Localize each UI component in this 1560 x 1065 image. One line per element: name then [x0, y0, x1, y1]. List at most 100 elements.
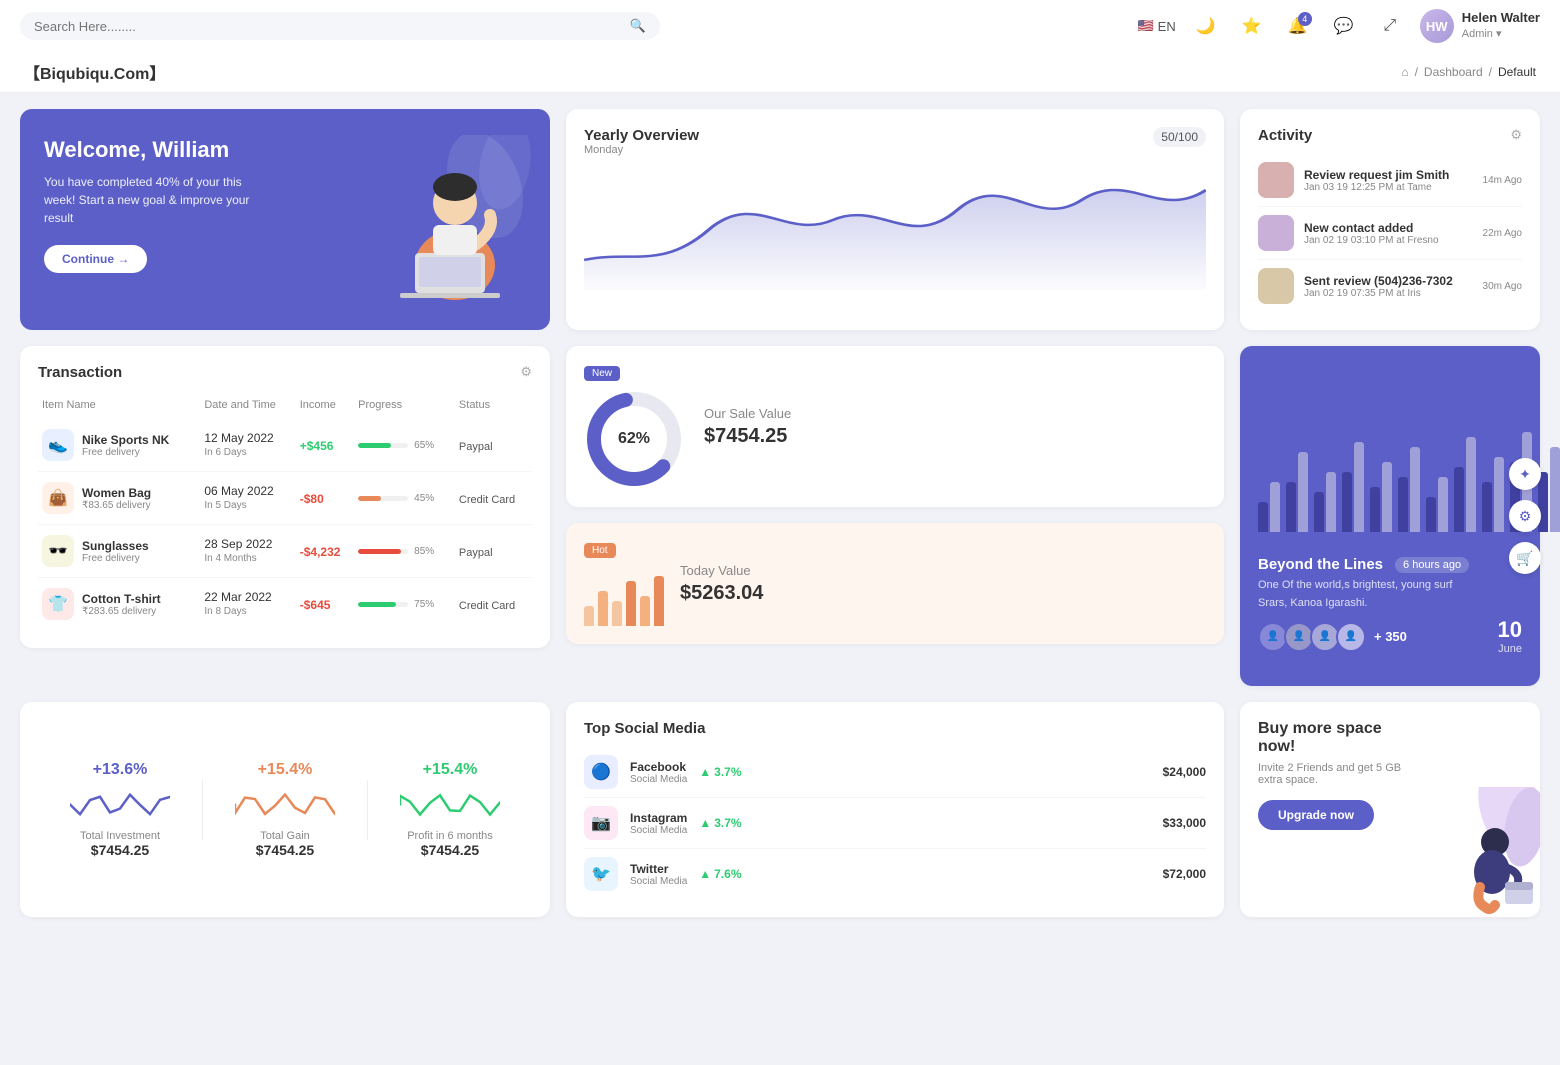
transaction-body: 👟 Nike Sports NK Free delivery 12 May 20… [38, 419, 532, 630]
social-name-0: Facebook [630, 760, 687, 774]
progress-wrap-1: 45% [358, 493, 451, 504]
date-time-col-1: 06 May 2022 In 5 Days [204, 483, 291, 514]
bar-col-8 [1482, 457, 1504, 532]
social-icon-1: 📷 [584, 806, 618, 840]
activity-body-2: Sent review (504)236-7302 Jan 02 19 07:3… [1304, 274, 1473, 299]
item-name-0: Nike Sports NK [82, 433, 169, 447]
sale-value: $7454.25 [704, 425, 791, 448]
search-bar[interactable]: 🔍 [20, 12, 660, 40]
date-main-1: 06 May 2022 [204, 483, 291, 500]
activity-item-sub-2: Jan 02 19 07:35 PM at Iris [1304, 288, 1473, 299]
continue-button[interactable]: Continue → [44, 245, 147, 273]
activity-thumb-1 [1258, 215, 1294, 251]
stat-value-1: $7454.25 [203, 842, 367, 858]
bar-light-2 [1326, 472, 1336, 532]
pct-label-2: 85% [414, 546, 434, 557]
bar-group-8 [1482, 457, 1504, 532]
sale-title: Our Sale Value [704, 406, 791, 421]
bar-light-3 [1354, 442, 1364, 532]
sparkline-2 [400, 787, 500, 822]
date-main-2: 28 Sep 2022 [204, 536, 291, 553]
search-input[interactable] [34, 19, 622, 34]
stat-pct-1: +15.4% [203, 761, 367, 779]
yearly-progress: 50/100 [1153, 127, 1206, 147]
today-bar-chart [584, 566, 664, 626]
star-button[interactable]: ⭐ [1236, 10, 1268, 42]
beyond-desc1: One Of the world,s brightest, young surf [1258, 579, 1522, 591]
bar-dark-7 [1454, 467, 1464, 532]
bar-dark-5 [1398, 477, 1408, 532]
bar-light-6 [1438, 477, 1448, 532]
activity-card: Activity ⚙ Review request jim Smith Jan … [1240, 109, 1540, 330]
language-selector[interactable]: 🇺🇸 EN [1137, 18, 1175, 34]
social-growth-2: ▲ 7.6% [699, 867, 741, 881]
pct-label-1: 45% [414, 493, 434, 504]
bar-chart-card: Beyond the Lines 6 hours ago One Of the … [1240, 346, 1540, 686]
social-icon-2: 🐦 [584, 857, 618, 891]
activity-item-time-0: 14m Ago [1483, 175, 1522, 186]
notifications-button[interactable]: 🔔 4 [1282, 10, 1314, 42]
fullscreen-button[interactable]: ⤢ [1374, 10, 1406, 42]
bar-col-5 [1398, 447, 1420, 532]
transaction-settings-icon[interactable]: ⚙ [520, 364, 532, 380]
activity-item-sub-0: Jan 03 19 12:25 PM at Tame [1304, 182, 1473, 193]
date-sub-3: In 8 Days [204, 605, 291, 619]
upgrade-button[interactable]: Upgrade now [1258, 800, 1374, 830]
settings-icon-btn[interactable]: ⚙ [1509, 500, 1541, 532]
yearly-subtitle: Monday [584, 144, 699, 156]
bar-light-1 [1298, 452, 1308, 532]
table-row: 👕 Cotton T-shirt ₹283.65 delivery 22 Mar… [38, 578, 532, 631]
date-main-3: 22 Mar 2022 [204, 589, 291, 606]
magic-icon-btn[interactable]: ✦ [1509, 458, 1541, 490]
progress-bar-3 [358, 602, 408, 607]
status-3: Credit Card [459, 600, 515, 612]
col-item-name: Item Name [38, 391, 200, 419]
item-icon-0: 👟 [42, 429, 74, 461]
bar-col-3 [1342, 442, 1364, 532]
avatar-4: 👤 [1336, 622, 1366, 652]
activity-thumb-2 [1258, 268, 1294, 304]
dark-mode-toggle[interactable]: 🌙 [1190, 10, 1222, 42]
stat-item-2: +15.4% Profit in 6 months $7454.25 [368, 761, 532, 858]
upgrade-desc: Invite 2 Friends and get 5 GB extra spac… [1258, 762, 1416, 786]
bar-dark-2 [1314, 492, 1324, 532]
activity-item: New contact added Jan 02 19 03:10 PM at … [1258, 207, 1522, 260]
income-2: -$4,232 [300, 545, 341, 559]
activity-item-title-1: New contact added [1304, 221, 1473, 235]
progress-fill-2 [358, 549, 401, 554]
cart-icon-btn[interactable]: 🛒 [1509, 542, 1541, 574]
progress-wrap-2: 85% [358, 546, 451, 557]
bar-dark-0 [1258, 502, 1268, 532]
user-profile[interactable]: HW Helen Walter Admin ▾ [1420, 9, 1540, 43]
progress-bar-0 [358, 443, 408, 448]
activity-item: Review request jim Smith Jan 03 19 12:25… [1258, 154, 1522, 207]
bar-col-4 [1370, 462, 1392, 532]
pct-label-3: 75% [414, 599, 434, 610]
bar-light-4 [1382, 462, 1392, 532]
col-progress: Progress [354, 391, 455, 419]
hot-badge: Hot [584, 543, 616, 558]
social-title: Top Social Media [584, 720, 1206, 737]
date-sub-1: In 5 Days [204, 499, 291, 513]
home-icon[interactable]: ⌂ [1401, 65, 1408, 79]
breadcrumb-bar: 【Biqubiqu.Com】 ⌂ / Dashboard / Default [0, 52, 1560, 93]
stat-value-2: $7454.25 [368, 842, 532, 858]
social-growth-0: ▲ 3.7% [699, 765, 741, 779]
activity-thumb-0 [1258, 162, 1294, 198]
nav-icons: 🇺🇸 EN 🌙 ⭐ 🔔 4 💬 ⤢ HW Helen Walter Admin … [1137, 9, 1540, 43]
stat-pct-0: +13.6% [38, 761, 202, 779]
upgrade-title: Buy more space now! [1258, 720, 1416, 756]
social-growth-1: ▲ 3.7% [699, 816, 741, 830]
progress-fill-3 [358, 602, 396, 607]
bar-light-0 [1270, 482, 1280, 532]
pct-label-0: 65% [414, 440, 434, 451]
activity-settings-icon[interactable]: ⚙ [1510, 127, 1522, 143]
item-icon-3: 👕 [42, 588, 74, 620]
stats-card: +13.6% Total Investment $7454.25 +15.4% … [20, 702, 550, 917]
bar-group-7 [1454, 437, 1476, 532]
bar-col-2 [1314, 472, 1336, 532]
income-1: -$80 [300, 492, 324, 506]
notification-badge: 4 [1298, 12, 1312, 26]
chat-button[interactable]: 💬 [1328, 10, 1360, 42]
stat-pct-2: +15.4% [368, 761, 532, 779]
